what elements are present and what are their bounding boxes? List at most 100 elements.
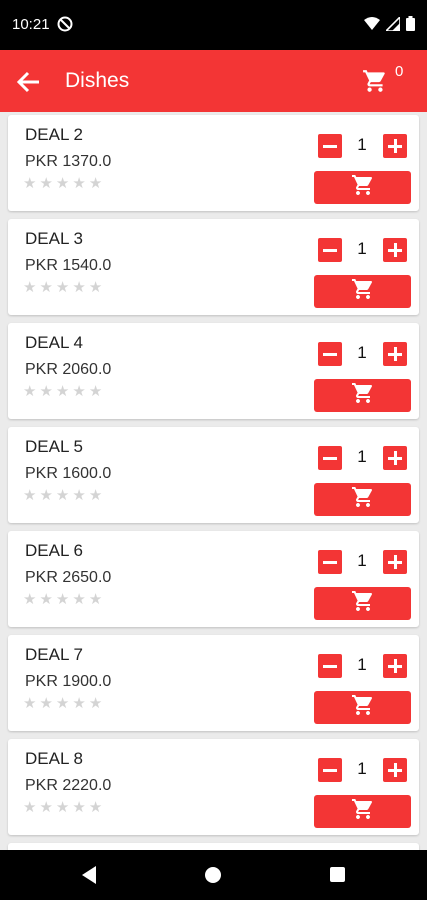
add-to-cart-button[interactable]	[314, 587, 411, 620]
cart-icon	[351, 693, 375, 722]
star-icon: ★	[39, 383, 53, 400]
dish-name: DEAL 2	[25, 125, 83, 144]
nav-home-icon[interactable]	[205, 867, 221, 883]
dnd-icon	[57, 16, 73, 37]
dish-price: PKR 2220.0	[25, 777, 112, 794]
star-icon: ★	[55, 695, 70, 712]
increase-quantity-button[interactable]	[383, 134, 407, 158]
star-icon: ★	[23, 279, 37, 296]
increase-quantity-button[interactable]	[383, 654, 407, 678]
add-to-cart-button[interactable]	[314, 171, 411, 204]
star-icon: ★	[39, 175, 53, 192]
nav-back-icon[interactable]	[80, 865, 98, 890]
dish-name: DEAL 3	[25, 229, 83, 248]
navigation-bar	[0, 850, 427, 900]
star-icon: ★	[39, 799, 53, 816]
increase-quantity-button[interactable]	[383, 342, 407, 366]
decrease-quantity-button[interactable]	[318, 342, 342, 366]
quantity-value: 1	[357, 135, 367, 154]
decrease-quantity-button[interactable]	[318, 654, 342, 678]
star-icon: ★	[72, 487, 86, 504]
rating-bar[interactable]: ★ ★ ★ ★ ★	[23, 384, 102, 399]
dish-price: PKR 1600.0	[25, 465, 112, 482]
cart-count-badge: 0	[395, 63, 404, 80]
dish-card: DEAL 6 PKR 2650.0 ★ ★ ★ ★ ★ 1	[8, 531, 419, 627]
star-icon: ★	[88, 799, 103, 816]
star-icon: ★	[23, 591, 37, 608]
rating-bar[interactable]: ★ ★ ★ ★ ★	[23, 696, 102, 711]
star-icon: ★	[55, 591, 70, 608]
star-icon: ★	[72, 695, 86, 712]
cart-icon	[351, 173, 375, 202]
cart-icon	[351, 797, 375, 826]
star-icon: ★	[72, 591, 86, 608]
decrease-quantity-button[interactable]	[318, 238, 342, 262]
star-icon: ★	[72, 799, 86, 816]
add-to-cart-button[interactable]	[314, 795, 411, 828]
add-to-cart-button[interactable]	[314, 483, 411, 516]
add-to-cart-button[interactable]	[314, 275, 411, 308]
cart-icon	[351, 589, 375, 618]
star-icon: ★	[39, 695, 53, 712]
star-icon: ★	[72, 279, 86, 296]
dish-name: DEAL 6	[25, 541, 83, 560]
star-icon: ★	[39, 591, 53, 608]
star-icon: ★	[72, 383, 86, 400]
dish-name: DEAL 4	[25, 333, 83, 352]
dish-price: PKR 1900.0	[25, 673, 112, 690]
quantity-value: 1	[357, 447, 367, 466]
dish-name: DEAL 7	[25, 645, 83, 664]
quantity-value: 1	[357, 239, 367, 258]
quantity-value: 1	[357, 655, 367, 674]
quantity-value: 1	[357, 759, 367, 778]
decrease-quantity-button[interactable]	[318, 550, 342, 574]
star-icon: ★	[23, 175, 37, 192]
decrease-quantity-button[interactable]	[318, 446, 342, 470]
star-icon: ★	[55, 383, 70, 400]
dish-list[interactable]: DEAL 2 PKR 1370.0 ★ ★ ★ ★ ★ 1 DEAL 3 PKR 154…	[0, 112, 427, 850]
dish-card-partial	[8, 843, 419, 850]
star-icon: ★	[88, 487, 103, 504]
page-title: Dishes	[65, 69, 130, 92]
battery-icon	[406, 16, 415, 36]
dish-price: PKR 2650.0	[25, 569, 112, 586]
star-icon: ★	[88, 279, 103, 296]
dish-name: DEAL 8	[25, 749, 83, 768]
rating-bar[interactable]: ★ ★ ★ ★ ★	[23, 280, 102, 295]
add-to-cart-button[interactable]	[314, 691, 411, 724]
star-icon: ★	[88, 591, 103, 608]
dish-name: DEAL 5	[25, 437, 83, 456]
app-bar: Dishes 0	[0, 50, 427, 112]
decrease-quantity-button[interactable]	[318, 758, 342, 782]
rating-bar[interactable]: ★ ★ ★ ★ ★	[23, 800, 102, 815]
star-icon: ★	[88, 695, 103, 712]
increase-quantity-button[interactable]	[383, 758, 407, 782]
add-to-cart-button[interactable]	[314, 379, 411, 412]
rating-bar[interactable]: ★ ★ ★ ★ ★	[23, 592, 102, 607]
star-icon: ★	[88, 383, 103, 400]
rating-bar[interactable]: ★ ★ ★ ★ ★	[23, 488, 102, 503]
star-icon: ★	[39, 487, 53, 504]
cart-icon	[351, 381, 375, 410]
star-icon: ★	[23, 383, 37, 400]
star-icon: ★	[23, 695, 37, 712]
star-icon: ★	[55, 487, 70, 504]
increase-quantity-button[interactable]	[383, 446, 407, 470]
dish-card: DEAL 5 PKR 1600.0 ★ ★ ★ ★ ★ 1	[8, 427, 419, 523]
nav-recents-icon[interactable]	[330, 867, 345, 882]
back-button[interactable]	[12, 65, 46, 99]
wifi-icon	[364, 16, 380, 36]
star-icon: ★	[23, 799, 37, 816]
quantity-value: 1	[357, 343, 367, 362]
dish-price: PKR 1370.0	[25, 153, 112, 170]
dish-card: DEAL 2 PKR 1370.0 ★ ★ ★ ★ ★ 1	[8, 115, 419, 211]
status-time: 10:21	[12, 16, 50, 33]
dish-price: PKR 2060.0	[25, 361, 112, 378]
decrease-quantity-button[interactable]	[318, 134, 342, 158]
cart-button[interactable]	[362, 68, 392, 98]
cart-icon	[351, 277, 375, 306]
increase-quantity-button[interactable]	[383, 550, 407, 574]
rating-bar[interactable]: ★ ★ ★ ★ ★	[23, 176, 102, 191]
increase-quantity-button[interactable]	[383, 238, 407, 262]
star-icon: ★	[72, 175, 86, 192]
